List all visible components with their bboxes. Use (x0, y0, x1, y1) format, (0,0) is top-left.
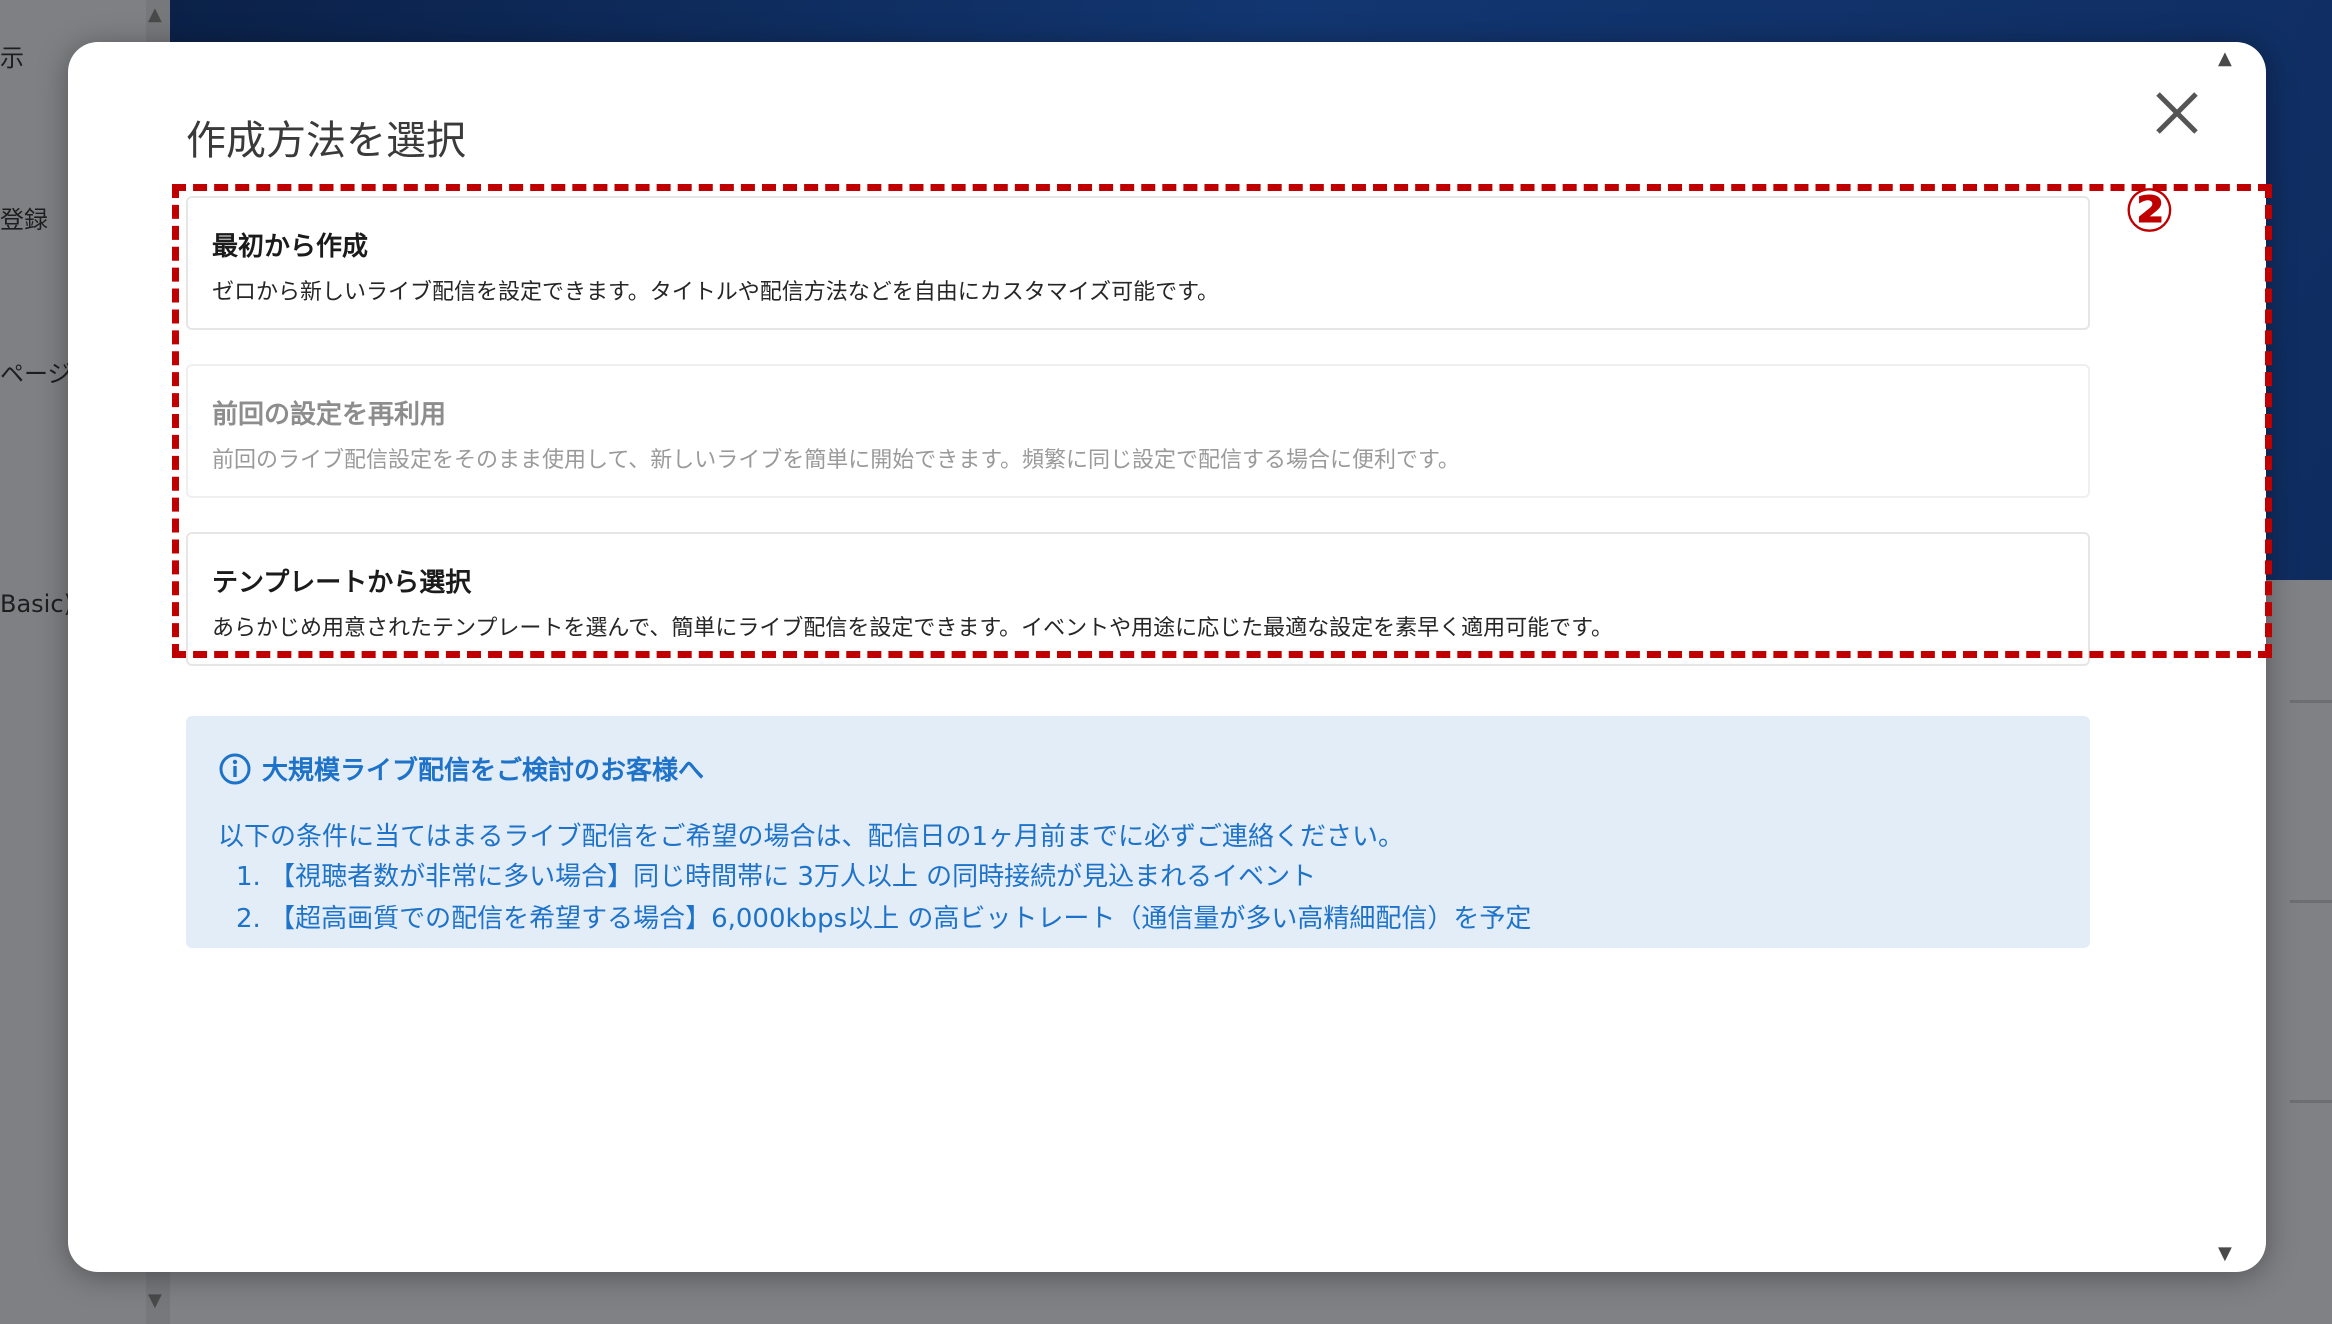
background-divider (2290, 900, 2332, 903)
annotation-number: ② (2124, 176, 2175, 246)
scroll-up-arrow-icon[interactable]: ▲ (2218, 50, 2232, 68)
info-list-item: 1. 【視聴者数が非常に多い場合】同じ時間帯に 3万人以上 の同時接続が見込まれ… (236, 862, 1317, 892)
create-method-dialog: 作成方法を選択 ▲ ▼ 最初から作成 ゼロから新しいライブ配信を設定できます。タ… (68, 42, 2272, 1272)
info-list-item: 2. 【超高画質での配信を希望する場合】6,000kbps以上 の高ビットレート… (236, 904, 1532, 934)
info-text: 以下の条件に当てはまるライブ配信をご希望の場合は、配信日の1ヶ月前までに必ずご連… (218, 822, 1405, 852)
close-icon (2156, 92, 2198, 134)
background-text: 示 (0, 44, 24, 72)
dialog-title: 作成方法を選択 (186, 118, 466, 164)
info-notice: 大規模ライブ配信をご検討のお客様へ 以下の条件に当てはまるライブ配信をご希望の場… (186, 716, 2090, 948)
close-button[interactable] (2146, 82, 2208, 144)
info-title: 大規模ライブ配信をご検討のお客様へ (262, 756, 705, 786)
background-divider (2290, 1100, 2332, 1103)
info-list: 1. 【視聴者数が非常に多い場合】同じ時間帯に 3万人以上 の同時接続が見込まれ… (236, 856, 1531, 940)
scroll-down-arrow-icon[interactable]: ▼ (2218, 1245, 2232, 1263)
background-text: Basic) (0, 590, 73, 618)
annotation-dashed-box (172, 184, 2272, 658)
background-divider (2290, 700, 2332, 703)
background-text: 登録 (0, 206, 48, 234)
info-icon (219, 753, 251, 785)
scroll-down-arrow-icon[interactable]: ▼ (148, 1292, 162, 1310)
scroll-up-arrow-icon[interactable]: ▲ (148, 6, 162, 24)
background-text: ページ (0, 360, 72, 388)
